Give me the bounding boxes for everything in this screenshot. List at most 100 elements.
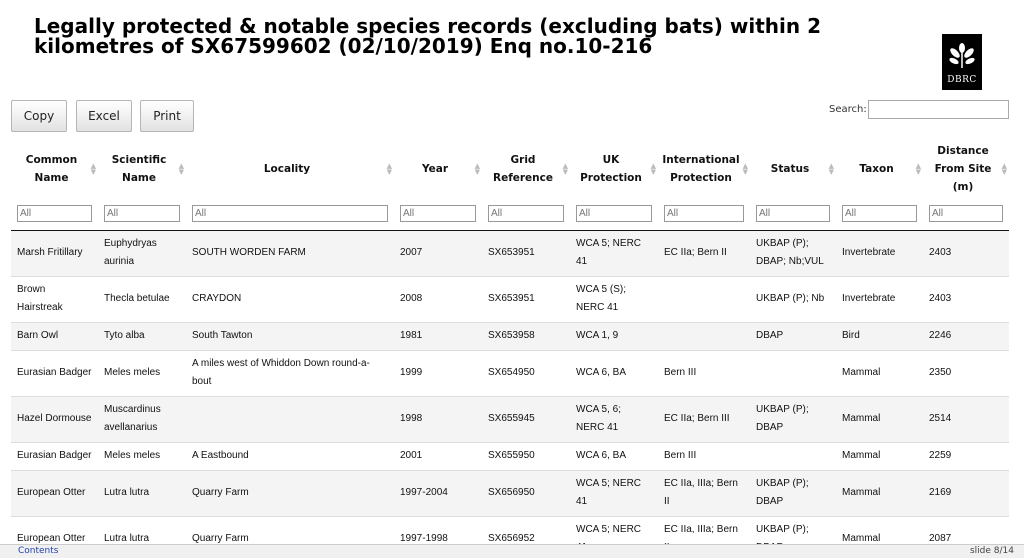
logo-text: DBRC [947,75,977,85]
table-cell: 1997-2004 [394,470,482,517]
sort-icon[interactable]: ▲ ▼ [475,163,480,176]
records-table: Common Name ▲ ▼ Scientific Name ▲ ▼ Locality ▲ ▼… [11,140,1009,558]
table-cell: SX653951 [482,230,570,277]
column-header-year[interactable]: Year ▲ ▼ [394,140,482,198]
table-cell: Bern III [658,350,750,397]
column-header-label: Taxon [859,163,894,175]
column-filter-input-international-protection[interactable] [664,205,744,223]
table-cell: Mammal [836,470,923,517]
column-header-taxon[interactable]: Taxon ▲ ▼ [836,140,923,198]
table-cell: WCA 5 (S); NERC 41 [570,276,658,323]
table-header-row: Common Name ▲ ▼ Scientific Name ▲ ▼ Locality ▲ ▼… [11,140,1009,198]
column-filter-input-locality[interactable] [192,205,388,223]
column-header-distance-from-site-m[interactable]: Distance From Site (m) ▲ ▼ [923,140,1009,198]
table-cell: DBAP [750,322,836,351]
column-header-label: Status [770,163,810,175]
column-filter-input-grid-reference[interactable] [488,205,564,223]
column-header-uk-protection[interactable]: UK Protection ▲ ▼ [570,140,658,198]
table-cell [750,442,836,471]
table-filter-row [11,198,1009,231]
table-cell: CRAYDON [186,276,394,323]
contents-link[interactable]: Contents [18,546,58,556]
table-cell: 1999 [394,350,482,397]
column-header-label: International Protection [662,154,740,184]
table-cell: Lutra lutra [98,470,186,517]
table-cell: Eurasian Badger [11,442,98,471]
excel-button[interactable]: Excel [76,100,132,132]
table-body: Marsh Fritillary Euphydryas aurinia SOUTH … [11,230,1009,558]
print-button[interactable]: Print [140,100,194,132]
filter-cell [11,198,98,231]
table-row: Eurasian Badger Meles meles A Eastbound 200… [11,442,1009,471]
table-cell: Mammal [836,350,923,397]
sort-icon[interactable]: ▲ ▼ [651,163,656,176]
table-cell: European Otter [11,470,98,517]
column-filter-input-year[interactable] [400,205,476,223]
column-header-label: Year [421,163,449,175]
table-cell: A miles west of Whiddon Down round-a-bou… [186,350,394,397]
leaf-icon [949,43,975,68]
column-filter-input-taxon[interactable] [842,205,917,223]
sort-icon[interactable]: ▲ ▼ [916,163,921,176]
column-header-label: Scientific Name [111,154,167,184]
sort-icon[interactable]: ▲ ▼ [91,163,96,176]
sort-icon[interactable]: ▲ ▼ [743,163,748,176]
filter-cell [923,198,1009,231]
sort-icon[interactable]: ▲ ▼ [387,163,392,176]
table-cell: 2403 [923,276,1009,323]
table-cell: WCA 5, 6; NERC 41 [570,396,658,443]
column-header-locality[interactable]: Locality ▲ ▼ [186,140,394,198]
copy-button[interactable]: Copy [11,100,67,132]
table-cell: Invertebrate [836,276,923,323]
column-filter-input-distance-from-site-m[interactable] [929,205,1003,223]
table-cell: 1998 [394,396,482,443]
table-cell: EC IIa, IIIa; Bern II [658,470,750,517]
sort-icon[interactable]: ▲ ▼ [563,163,568,176]
table-cell: Eurasian Badger [11,350,98,397]
table-row: Marsh Fritillary Euphydryas aurinia SOUTH … [11,230,1009,277]
table-row: European Otter Lutra lutra Quarry Farm 1997… [11,470,1009,517]
table-cell: Hazel Dormouse [11,396,98,443]
sort-icon[interactable]: ▲ ▼ [1002,163,1007,176]
table-cell: SX655950 [482,442,570,471]
table-cell: 2403 [923,230,1009,277]
column-filter-input-common-name[interactable] [17,205,92,223]
table-cell: 2514 [923,396,1009,443]
table-cell: UKBAP (P); DBAP [750,470,836,517]
table-cell [186,396,394,443]
table-cell: 2350 [923,350,1009,397]
sort-icon[interactable]: ▲ ▼ [829,163,834,176]
column-header-status[interactable]: Status ▲ ▼ [750,140,836,198]
search-input[interactable] [868,100,1009,119]
filter-cell [394,198,482,231]
table-cell: EC IIa; Bern II [658,230,750,277]
filter-cell [186,198,394,231]
table-cell: 2246 [923,322,1009,351]
table-cell: 2001 [394,442,482,471]
filter-cell [658,198,750,231]
column-header-label: Distance From Site (m) [934,145,992,193]
table-cell: WCA 6, BA [570,350,658,397]
table-cell: Quarry Farm [186,470,394,517]
dbrc-logo: DBRC [942,34,982,90]
column-header-scientific-name[interactable]: Scientific Name ▲ ▼ [98,140,186,198]
column-header-international-protection[interactable]: International Protection ▲ ▼ [658,140,750,198]
column-header-label: Grid Reference [492,154,554,184]
table-cell: Meles meles [98,442,186,471]
column-header-grid-reference[interactable]: Grid Reference ▲ ▼ [482,140,570,198]
table-cell: 2007 [394,230,482,277]
sort-icon[interactable]: ▲ ▼ [179,163,184,176]
table-cell: SX655945 [482,396,570,443]
column-filter-input-status[interactable] [756,205,830,223]
table-cell: SX653951 [482,276,570,323]
table-cell: Bern III [658,442,750,471]
column-filter-input-uk-protection[interactable] [576,205,652,223]
table-cell: WCA 1, 9 [570,322,658,351]
table-cell: 2259 [923,442,1009,471]
table-cell [750,350,836,397]
search-label: Search: [829,104,867,115]
column-header-common-name[interactable]: Common Name ▲ ▼ [11,140,98,198]
table-cell: A Eastbound [186,442,394,471]
table-cell: EC IIa; Bern III [658,396,750,443]
column-filter-input-scientific-name[interactable] [104,205,180,223]
